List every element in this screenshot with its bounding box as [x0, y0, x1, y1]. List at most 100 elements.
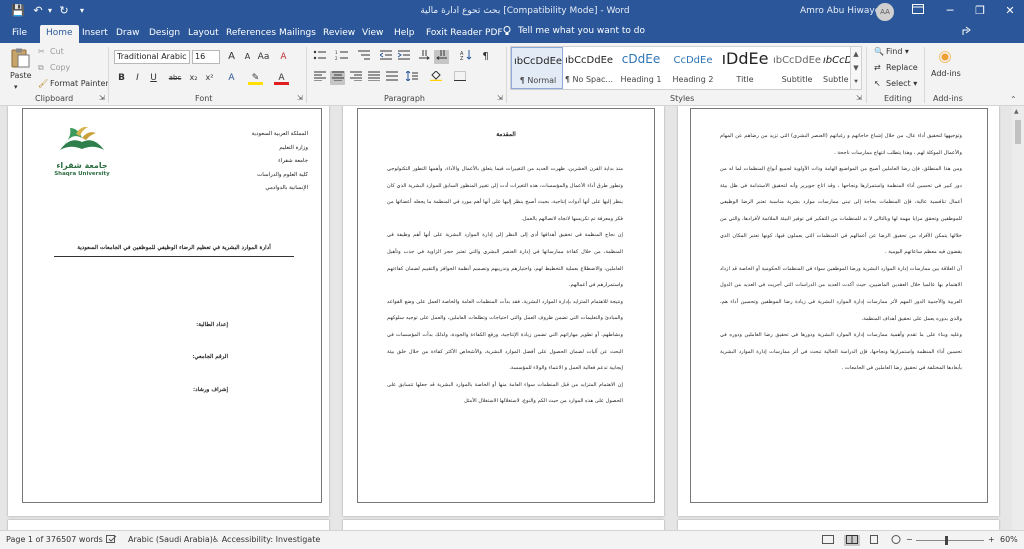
tab-review[interactable]: Review [323, 26, 355, 40]
avatar[interactable]: AA [876, 3, 894, 21]
zoom-level[interactable]: 60% [1000, 535, 1018, 544]
tab-file[interactable]: File [12, 26, 27, 40]
page-1[interactable]: جامعة شقراء Shaqra University المملكة ال… [8, 106, 329, 516]
italic-button[interactable]: I [130, 71, 145, 85]
style-normal[interactable]: ıbCcDdEe ¶ Normal [511, 47, 563, 89]
page-5[interactable] [343, 520, 664, 530]
share-icon[interactable] [962, 26, 974, 39]
paragraph-launcher-icon[interactable]: ⇲ [497, 94, 503, 102]
copy-button[interactable]: ⧉ Copy [38, 63, 70, 73]
styles-gallery-scroll[interactable]: ▲ ▼ ⯆ [850, 46, 862, 90]
clipboard-launcher-icon[interactable]: ⇲ [99, 94, 105, 102]
document-workspace[interactable]: جامعة شقراء Shaqra University المملكة ال… [0, 106, 1024, 530]
focus-mode-icon[interactable] [822, 535, 834, 546]
align-right-button[interactable] [348, 71, 363, 85]
shrink-font-button[interactable]: A [240, 50, 255, 64]
tab-help[interactable]: Help [394, 26, 415, 40]
zoom-out-button[interactable]: − [906, 535, 913, 544]
redo-icon[interactable]: ↻ [56, 4, 72, 18]
line-spacing-button[interactable] [404, 70, 419, 85]
zoom-slider-thumb[interactable] [945, 536, 948, 545]
print-layout-icon[interactable] [868, 535, 880, 546]
tab-references[interactable]: References [226, 26, 276, 40]
replace-button[interactable]: ⇄ Replace [874, 63, 918, 73]
distributed-button[interactable] [384, 71, 399, 85]
paste-dropdown-icon[interactable]: ▾ [14, 82, 18, 92]
read-mode-icon[interactable] [844, 535, 860, 546]
page-4[interactable] [8, 520, 329, 530]
addins-icon[interactable] [938, 50, 952, 67]
style-subtitle[interactable]: ıbCcDdEe Subtitle [771, 47, 823, 89]
highlight-button[interactable]: ✎ [248, 71, 263, 85]
language-indicator[interactable]: Arabic (Saudi Arabia) [128, 535, 213, 544]
font-family-select[interactable]: Traditional Arabic [114, 50, 190, 64]
cut-button[interactable]: ✂ Cut [38, 47, 64, 57]
tab-layout[interactable]: Layout [188, 26, 219, 40]
tab-draw[interactable]: Draw [116, 26, 140, 40]
tab-view[interactable]: View [362, 26, 383, 40]
page-2[interactable]: المقدمة منذ بداية القرن العشرين، ظهرت ال… [343, 106, 664, 516]
underline-button[interactable]: U [146, 71, 161, 85]
paste-button[interactable]: Paste [10, 71, 32, 81]
show-formatting-marks-button[interactable]: ¶ [478, 50, 493, 64]
text-effects-button[interactable]: A [224, 71, 239, 85]
accessibility-status[interactable]: ♿︎ Accessibility: Investigate [212, 535, 320, 544]
clear-formatting-button[interactable]: A [276, 50, 291, 64]
page-3[interactable]: وتوجيهها لتحقيق أداء عال، من خلال إشباع … [678, 106, 999, 516]
paste-icon[interactable] [9, 47, 31, 69]
restore-button[interactable]: ❐ [970, 2, 990, 20]
superscript-button[interactable]: x² [202, 71, 217, 85]
addins-button[interactable]: Add-ins [931, 69, 961, 79]
bold-button[interactable]: B [114, 71, 129, 85]
format-painter-button[interactable]: 🖌 Format Painter [38, 79, 109, 89]
ribbon-display-options-icon[interactable] [908, 2, 928, 20]
find-button[interactable]: 🔍 Find ▾ [874, 47, 909, 57]
web-layout-icon[interactable] [890, 535, 902, 546]
numbering-button[interactable]: 12 [334, 50, 349, 64]
increase-indent-button[interactable] [396, 50, 411, 64]
tab-foxit-reader-pdf[interactable]: Foxit Reader PDF [426, 26, 503, 40]
ltr-direction-button[interactable] [416, 50, 431, 64]
sort-button[interactable]: AZ [458, 50, 473, 64]
minimize-button[interactable]: ─ [940, 2, 960, 20]
tell-me-search[interactable]: Tell me what you want to do [518, 26, 645, 36]
zoom-in-button[interactable]: + [988, 535, 995, 544]
scroll-up-icon[interactable]: ▲ [1014, 108, 1019, 115]
word-count[interactable]: 6507 words [56, 535, 103, 544]
justify-button[interactable] [366, 71, 381, 85]
scroll-thumb[interactable] [1015, 120, 1021, 144]
font-launcher-icon[interactable]: ⇲ [297, 94, 303, 102]
collapse-ribbon-icon[interactable]: ⌃ [1010, 95, 1017, 104]
vertical-scrollbar[interactable]: ▲ [1012, 106, 1024, 530]
strikethrough-button[interactable]: abc [166, 71, 184, 85]
tab-mailings[interactable]: Mailings [279, 26, 316, 40]
shading-button[interactable] [428, 70, 443, 85]
zoom-slider[interactable] [916, 540, 984, 541]
tab-home[interactable]: Home [40, 25, 79, 43]
style-title[interactable]: ıDdEe Title [719, 47, 771, 89]
grow-font-button[interactable]: A [224, 50, 239, 64]
styles-launcher-icon[interactable]: ⇲ [856, 94, 862, 102]
tab-insert[interactable]: Insert [82, 26, 108, 40]
decrease-indent-button[interactable] [378, 50, 393, 64]
autosave-icon[interactable]: 💾 [10, 4, 26, 18]
proofing-icon[interactable] [106, 535, 117, 546]
bullets-button[interactable] [312, 50, 327, 64]
align-left-button[interactable] [312, 71, 327, 85]
borders-button[interactable] [452, 71, 467, 85]
style-no-spacing[interactable]: ıbCcDdEe ¶ No Spac... [563, 47, 615, 89]
user-name[interactable]: Amro Abu Hiwayej [800, 6, 883, 16]
page-6[interactable] [678, 520, 999, 530]
change-case-button[interactable]: Aa [256, 50, 271, 64]
select-button[interactable]: ↖ Select ▾ [874, 79, 917, 89]
close-button[interactable]: ✕ [1000, 2, 1020, 20]
style-heading-2[interactable]: CcDdEe Heading 2 [667, 47, 719, 89]
font-color-button[interactable]: A [274, 71, 289, 85]
page-count[interactable]: Page 1 of 37 [6, 535, 56, 544]
align-center-button[interactable] [330, 71, 345, 85]
style-heading-1[interactable]: cDdEe Heading 1 [615, 47, 667, 89]
multilevel-list-button[interactable] [356, 50, 371, 64]
subscript-button[interactable]: x₂ [186, 71, 201, 85]
tab-design[interactable]: Design [149, 26, 180, 40]
customize-quick-access-icon[interactable]: ▾ [74, 4, 90, 18]
